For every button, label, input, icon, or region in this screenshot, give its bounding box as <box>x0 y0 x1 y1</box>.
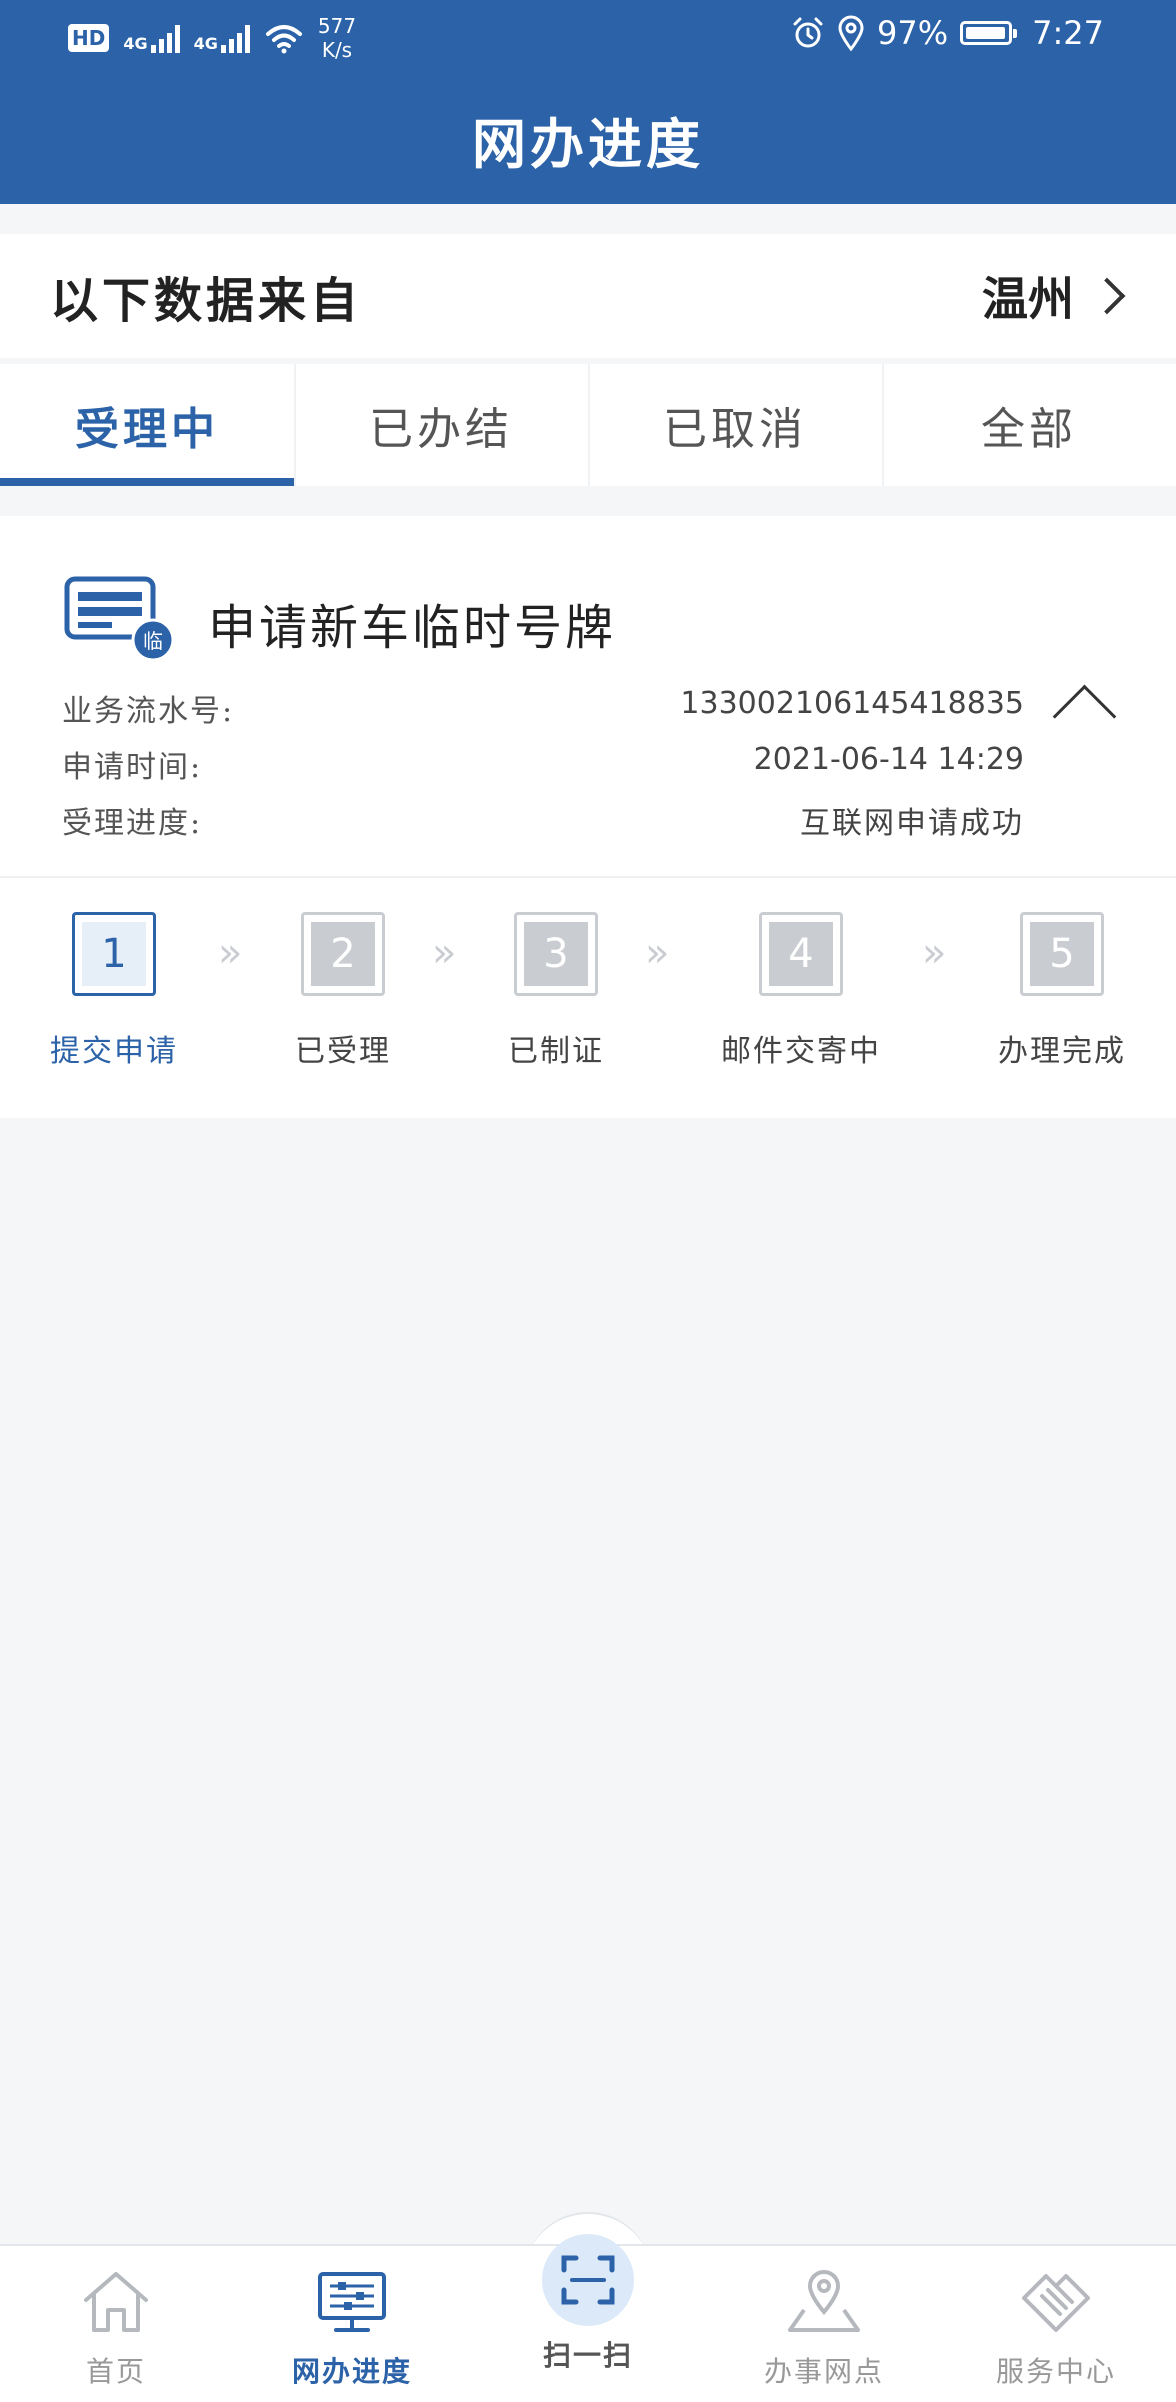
hd-badge: HD <box>68 24 110 52</box>
battery-percent: 97% <box>877 14 949 52</box>
step-certificate-made: 3 已制证 <box>456 912 656 1070</box>
status-bar: HD 4G 4G 577 K/s 97% 7:27 <box>0 0 1176 70</box>
double-chevron-icon: » <box>922 930 947 976</box>
sim1-network-label: 4G <box>123 34 148 53</box>
bottom-nav: 首页 网办进度 扫一扫 办事网点 服务中心 <box>0 2234 1176 2402</box>
signal-icon: 4G <box>194 23 250 53</box>
nav-label: 扫一扫 <box>542 2339 633 2372</box>
apply-time-row: 申请时间: 2021-06-14 14:29 <box>62 742 1024 786</box>
progress-steps: 1 提交申请 » 2 已受理 » 3 已制证 » 4 邮件交寄中 » 5 办理完… <box>0 912 1176 1092</box>
map-pin-icon <box>788 2270 860 2332</box>
nav-service-points[interactable]: 办事网点 <box>724 2268 924 2390</box>
chevron-up-icon[interactable] <box>1048 670 1118 730</box>
progress-row: 受理进度: 互联网申请成功 <box>62 798 1024 842</box>
scan-button[interactable] <box>542 2234 634 2326</box>
nav-label: 办事网点 <box>763 2355 884 2388</box>
wifi-icon <box>265 25 302 54</box>
tab-accepting[interactable]: 受理中 <box>0 364 294 486</box>
top-bar: HD 4G 4G 577 K/s 97% 7:27 网办进度 <box>0 0 1176 204</box>
chevron-right-icon <box>1088 277 1126 315</box>
nav-label: 服务中心 <box>995 2355 1116 2388</box>
city-selector[interactable]: 温州 <box>982 263 1128 329</box>
monitor-icon <box>318 2272 386 2332</box>
divider <box>0 876 1176 878</box>
double-chevron-icon: » <box>645 930 670 976</box>
location-icon <box>838 15 864 51</box>
step-accepted: 2 已受理 <box>243 912 443 1070</box>
nav-home[interactable]: 首页 <box>16 2268 216 2390</box>
double-chevron-icon: » <box>218 930 243 976</box>
handshake-icon <box>1022 2274 1090 2332</box>
step-submit: 1 提交申请 <box>14 912 214 1070</box>
battery-icon <box>960 21 1018 45</box>
step-mailing: 4 邮件交寄中 <box>701 912 901 1070</box>
data-source-row[interactable]: 以下数据来自 温州 <box>0 234 1176 358</box>
serial-number-value: 133002106145418835 <box>680 686 1024 721</box>
nav-label: 网办进度 <box>291 2355 412 2388</box>
progress-value: 互联网申请成功 <box>800 806 1024 841</box>
step-number: 2 <box>311 922 375 986</box>
apply-time-value: 2021-06-14 14:29 <box>753 742 1024 777</box>
serial-number-label: 业务流水号: <box>62 694 235 729</box>
application-title: 申请新车临时号牌 <box>208 600 617 656</box>
progress-label: 受理进度: <box>62 806 203 841</box>
alarm-icon <box>793 17 823 48</box>
home-icon <box>84 2272 148 2332</box>
status-tabs: 受理中 已办结 已取消 全部 <box>0 364 1176 486</box>
application-card[interactable]: 临 申请新车临时号牌 业务流水号: 133002106145418835 申请时… <box>0 516 1176 1118</box>
nav-scan[interactable]: 扫一扫 <box>488 2234 688 2374</box>
sim2-network-label: 4G <box>193 34 218 53</box>
nav-progress[interactable]: 网办进度 <box>252 2268 452 2390</box>
temporary-plate-icon: 临 <box>64 576 174 662</box>
city-name: 温州 <box>982 272 1074 326</box>
serial-number-row: 业务流水号: 133002106145418835 <box>62 686 1024 730</box>
status-time: 7:27 <box>1032 14 1104 52</box>
step-number: 1 <box>82 922 146 986</box>
step-label: 办理完成 <box>998 1034 1126 1069</box>
double-chevron-icon: » <box>432 930 457 976</box>
page-title: 网办进度 <box>472 112 704 176</box>
step-number: 5 <box>1030 922 1094 986</box>
signal-icon: 4G <box>123 23 180 53</box>
tab-all[interactable]: 全部 <box>882 364 1176 486</box>
tab-cancelled[interactable]: 已取消 <box>588 364 882 486</box>
nav-label: 首页 <box>85 2355 146 2388</box>
step-completed: 5 办理完成 <box>962 912 1162 1070</box>
network-speed: 577 K/s <box>317 14 357 62</box>
step-label: 已受理 <box>295 1034 391 1069</box>
step-number: 4 <box>769 922 833 986</box>
step-label: 提交申请 <box>50 1034 178 1069</box>
step-label: 邮件交寄中 <box>721 1034 881 1069</box>
scan-icon <box>561 2255 615 2305</box>
nav-service-center[interactable]: 服务中心 <box>956 2268 1156 2390</box>
data-source-label: 以下数据来自 <box>50 273 363 329</box>
step-label: 已制证 <box>508 1034 604 1069</box>
step-number: 3 <box>524 922 588 986</box>
plate-badge-text: 临 <box>143 629 163 653</box>
apply-time-label: 申请时间: <box>62 750 203 785</box>
tab-completed[interactable]: 已办结 <box>294 364 588 486</box>
